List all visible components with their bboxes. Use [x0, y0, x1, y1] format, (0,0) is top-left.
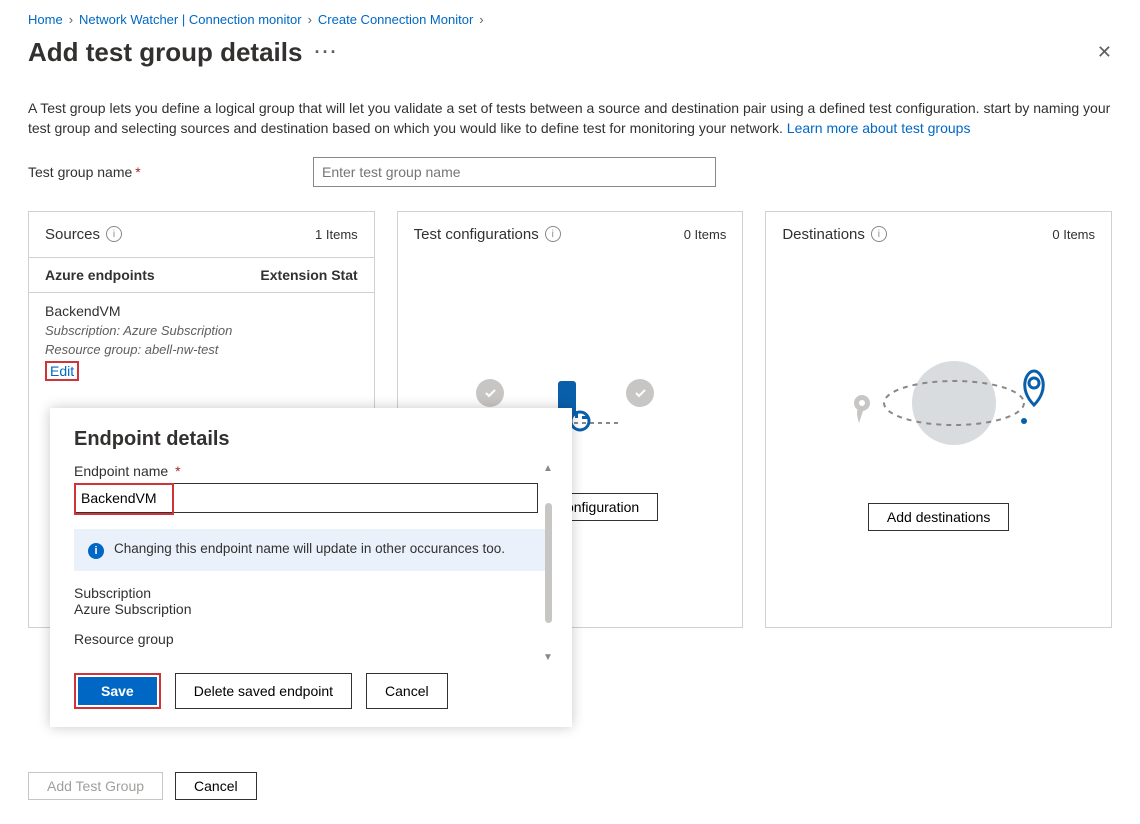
test-group-name-input[interactable]	[313, 157, 716, 187]
add-test-group-button[interactable]: Add Test Group	[28, 772, 163, 800]
more-icon[interactable]: ···	[314, 42, 338, 63]
close-icon[interactable]: ✕	[1097, 42, 1112, 63]
destinations-illustration	[824, 353, 1054, 463]
scroll-thumb[interactable]	[545, 503, 552, 623]
page-title-text: Add test group details	[28, 37, 302, 68]
source-edit-link[interactable]: Edit	[50, 363, 74, 379]
scroll-down-icon[interactable]: ▼	[543, 652, 553, 663]
info-icon[interactable]: i	[545, 226, 561, 242]
endpoint-name-label: Endpoint name *	[74, 463, 552, 479]
chevron-right-icon: ›	[69, 12, 73, 27]
source-resource-group: Resource group: abell-nw-test	[45, 342, 358, 357]
destinations-title: Destinations	[782, 226, 865, 243]
page-description: A Test group lets you define a logical g…	[28, 98, 1112, 139]
scrollbar[interactable]: ▲ ▼	[542, 463, 554, 663]
breadcrumb: Home › Network Watcher | Connection moni…	[28, 12, 1112, 27]
destinations-count: 0 Items	[1052, 227, 1095, 242]
test-configurations-title: Test configurations	[414, 226, 539, 243]
info-icon: i	[88, 543, 104, 559]
sources-count: 1 Items	[315, 227, 358, 242]
scroll-up-icon[interactable]: ▲	[543, 463, 553, 474]
page-title: Add test group details ···	[28, 37, 338, 68]
info-banner-text: Changing this endpoint name will update …	[114, 541, 505, 556]
endpoint-name-input[interactable]	[74, 483, 538, 513]
cancel-button[interactable]: Cancel	[175, 772, 257, 800]
destinations-panel: Destinations i 0 Items Add destinations	[765, 211, 1112, 628]
sources-col-azure-endpoints: Azure endpoints	[45, 267, 155, 283]
source-name: BackendVM	[45, 303, 358, 319]
source-subscription: Subscription: Azure Subscription	[45, 323, 358, 338]
source-row: BackendVM Subscription: Azure Subscripti…	[29, 293, 374, 389]
chevron-right-icon: ›	[308, 12, 312, 27]
info-banner: i Changing this endpoint name will updat…	[74, 529, 552, 571]
sources-title: Sources	[45, 226, 100, 243]
info-icon[interactable]: i	[871, 226, 887, 242]
subscription-label: Subscription	[74, 585, 552, 601]
sources-col-extension-status: Extension Stat	[260, 267, 357, 283]
test-group-name-label: Test group name*	[28, 164, 313, 180]
save-button[interactable]: Save	[78, 677, 157, 705]
breadcrumb-home[interactable]: Home	[28, 12, 63, 27]
learn-more-link[interactable]: Learn more about test groups	[787, 120, 971, 136]
endpoint-details-popover: Endpoint details Endpoint name * i Chang…	[50, 408, 572, 727]
chevron-right-icon: ›	[479, 12, 483, 27]
breadcrumb-create-connection-monitor[interactable]: Create Connection Monitor	[318, 12, 473, 27]
breadcrumb-network-watcher[interactable]: Network Watcher | Connection monitor	[79, 12, 302, 27]
delete-saved-endpoint-button[interactable]: Delete saved endpoint	[175, 673, 352, 709]
add-destinations-button[interactable]: Add destinations	[868, 503, 1010, 531]
resource-group-label: Resource group	[74, 631, 552, 647]
test-configurations-count: 0 Items	[684, 227, 727, 242]
popover-cancel-button[interactable]: Cancel	[366, 673, 448, 709]
popover-title: Endpoint details	[74, 428, 552, 451]
subscription-value: Azure Subscription	[74, 601, 552, 617]
info-icon[interactable]: i	[106, 226, 122, 242]
